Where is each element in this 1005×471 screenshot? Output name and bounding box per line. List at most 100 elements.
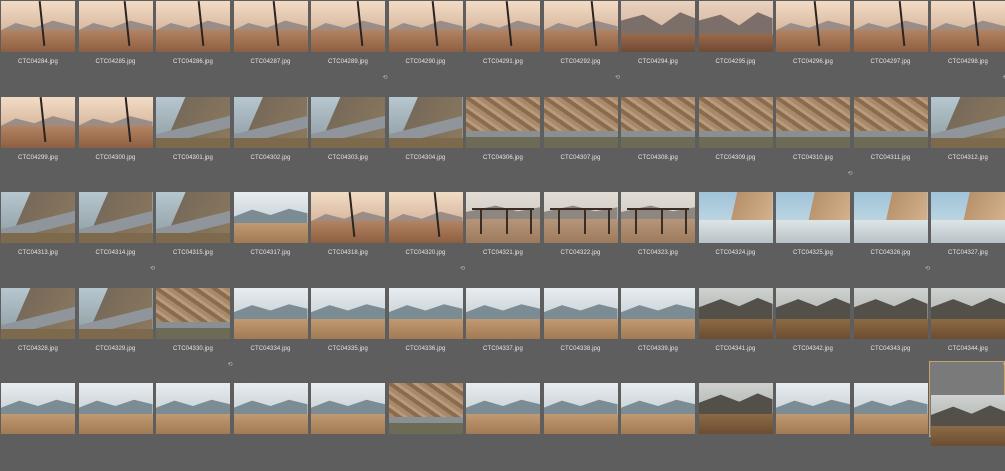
- thumbnail-cell[interactable]: CTC04285.jpg: [78, 1, 153, 89]
- thumbnail-image[interactable]: [776, 96, 850, 148]
- thumbnail-cell[interactable]: CTC04310.jpg ⟲: [776, 96, 853, 185]
- thumbnail-image[interactable]: [698, 383, 773, 434]
- thumbnail-cell[interactable]: CTC04321.jpg: [466, 192, 540, 280]
- thumbnail-cell[interactable]: CTC04296.jpg: [776, 1, 850, 89]
- thumbnail-image[interactable]: [466, 287, 540, 339]
- thumbnail-image[interactable]: [621, 287, 695, 339]
- thumbnail-image[interactable]: [1, 192, 75, 243]
- thumbnail-image[interactable]: [78, 383, 153, 434]
- thumbnail-image[interactable]: [311, 1, 385, 52]
- thumbnail-image[interactable]: [466, 383, 540, 434]
- thumbnail-cell[interactable]: CTC04299.jpg: [1, 96, 75, 185]
- thumbnail-cell[interactable]: [388, 383, 463, 471]
- thumbnail-image[interactable]: [698, 287, 773, 339]
- thumbnail-image[interactable]: [776, 1, 850, 52]
- thumbnail-cell[interactable]: CTC04318.jpg: [311, 192, 385, 280]
- thumbnail-image[interactable]: [853, 96, 928, 148]
- thumbnail-cell[interactable]: CTC04301.jpg: [156, 96, 230, 185]
- thumbnail-cell[interactable]: CTC04322.jpg: [543, 192, 618, 280]
- thumbnail-cell[interactable]: CTC04284.jpg: [1, 1, 75, 89]
- thumbnail-image[interactable]: [1, 96, 75, 148]
- thumbnail-cell[interactable]: CTC04302.jpg: [233, 96, 308, 185]
- thumbnail-image[interactable]: [466, 1, 540, 52]
- thumbnail-image[interactable]: [388, 1, 463, 52]
- thumbnail-cell[interactable]: CTC04313.jpg: [1, 192, 75, 280]
- thumbnail-image[interactable]: [1, 383, 75, 434]
- thumbnail-cell[interactable]: CTC04287.jpg: [233, 1, 308, 89]
- thumbnail-image[interactable]: [543, 287, 618, 339]
- thumbnail-image[interactable]: [776, 192, 850, 243]
- thumbnail-cell[interactable]: [698, 383, 773, 471]
- thumbnail-image[interactable]: [78, 96, 153, 148]
- thumbnail-image[interactable]: [931, 1, 1005, 52]
- thumbnail-cell[interactable]: [1, 383, 75, 471]
- thumbnail-cell[interactable]: CTC04306.jpg: [466, 96, 540, 185]
- thumbnail-image[interactable]: [466, 192, 540, 243]
- thumbnail-cell[interactable]: CTC04294.jpg: [621, 1, 695, 89]
- thumbnail-cell[interactable]: CTC04312.jpg: [931, 96, 1005, 185]
- thumbnail-cell[interactable]: CTC04320.jpg ⟲: [388, 192, 465, 280]
- thumbnail-image[interactable]: [388, 96, 463, 148]
- thumbnail-image[interactable]: [931, 96, 1005, 148]
- thumbnail-cell[interactable]: CTC04292.jpg ⟲: [543, 1, 620, 89]
- thumbnail-image[interactable]: [931, 287, 1005, 339]
- thumbnail-image[interactable]: [853, 1, 928, 52]
- thumbnail-image[interactable]: [1, 1, 75, 52]
- thumbnail-cell[interactable]: CTC04300.jpg: [78, 96, 153, 185]
- thumbnail-cell[interactable]: [156, 383, 230, 471]
- thumbnail-image[interactable]: [156, 383, 230, 434]
- thumbnail-image[interactable]: [1, 287, 75, 339]
- thumbnail-image[interactable]: [388, 383, 463, 434]
- thumbnail-image[interactable]: [311, 287, 385, 339]
- thumbnail-cell[interactable]: [543, 383, 618, 471]
- thumbnail-image[interactable]: [311, 192, 385, 243]
- thumbnail-image[interactable]: [156, 287, 230, 339]
- thumbnail-image[interactable]: [78, 1, 153, 52]
- thumbnail-cell[interactable]: CTC04338.jpg: [543, 287, 618, 376]
- thumbnail-image[interactable]: [776, 383, 850, 434]
- thumbnail-image[interactable]: [621, 96, 695, 148]
- thumbnail-cell[interactable]: CTC04309.jpg: [698, 96, 773, 185]
- thumbnail-image[interactable]: [233, 383, 308, 434]
- thumbnail-cell[interactable]: CTC04326.jpg ⟲: [853, 192, 930, 280]
- thumbnail-cell[interactable]: [466, 383, 540, 471]
- thumbnail-image[interactable]: [388, 287, 463, 339]
- thumbnail-image[interactable]: [156, 1, 230, 52]
- thumbnail-image[interactable]: [233, 1, 308, 52]
- thumbnail-cell[interactable]: CTC04303.jpg: [311, 96, 385, 185]
- thumbnail-image[interactable]: [698, 1, 773, 52]
- thumbnail-cell[interactable]: CTC04308.jpg: [621, 96, 695, 185]
- thumbnail-cell[interactable]: [931, 383, 1005, 471]
- thumbnail-image[interactable]: [853, 192, 928, 243]
- thumbnail-image[interactable]: [388, 192, 463, 243]
- thumbnail-cell[interactable]: CTC04334.jpg: [233, 287, 308, 376]
- thumbnail-image[interactable]: [621, 383, 695, 434]
- thumbnail-image[interactable]: [466, 96, 540, 148]
- thumbnail-cell[interactable]: CTC04290.jpg: [388, 1, 463, 89]
- thumbnail-cell[interactable]: CTC04317.jpg: [233, 192, 308, 280]
- thumbnail-cell[interactable]: CTC04339.jpg: [621, 287, 695, 376]
- thumbnail-image[interactable]: [233, 96, 308, 148]
- thumbnail-cell[interactable]: CTC04325.jpg: [776, 192, 850, 280]
- thumbnail-cell[interactable]: [78, 383, 153, 471]
- thumbnail-cell[interactable]: CTC04328.jpg: [1, 287, 75, 376]
- thumbnail-image[interactable]: [621, 1, 695, 52]
- thumbnail-cell[interactable]: CTC04291.jpg: [466, 1, 540, 89]
- thumbnail-cell[interactable]: [311, 383, 385, 471]
- thumbnail-cell[interactable]: CTC04337.jpg: [466, 287, 540, 376]
- thumbnail-cell[interactable]: CTC04335.jpg: [311, 287, 385, 376]
- thumbnail-cell[interactable]: [853, 383, 928, 471]
- thumbnail-image[interactable]: [156, 96, 230, 148]
- thumbnail-image[interactable]: [543, 192, 618, 243]
- thumbnail-cell[interactable]: CTC04342.jpg: [776, 287, 850, 376]
- thumbnail-cell[interactable]: CTC04286.jpg: [156, 1, 230, 89]
- thumbnail-cell[interactable]: CTC04298.jpg⟲: [931, 1, 1005, 89]
- thumbnail-image[interactable]: [698, 96, 773, 148]
- thumbnail-image[interactable]: [78, 287, 153, 339]
- thumbnail-image[interactable]: [233, 287, 308, 339]
- thumbnail-image[interactable]: [543, 383, 618, 434]
- thumbnail-image[interactable]: [233, 192, 308, 243]
- thumbnail-image[interactable]: [311, 383, 385, 434]
- thumbnail-cell[interactable]: CTC04307.jpg: [543, 96, 618, 185]
- thumbnail-cell[interactable]: CTC04314.jpg ⟲: [78, 192, 155, 280]
